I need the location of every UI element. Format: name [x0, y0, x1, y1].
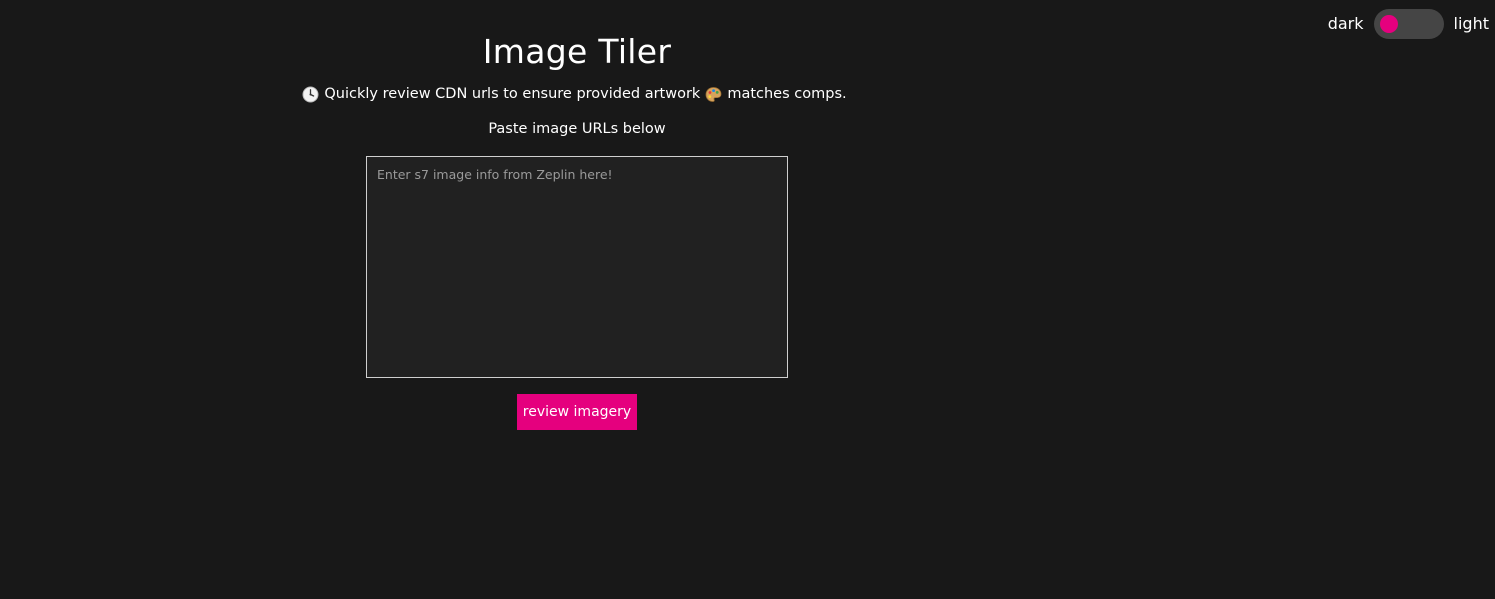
light-mode-label: light — [1453, 14, 1489, 33]
theme-switch-knob[interactable] — [1379, 15, 1398, 33]
paste-instructions: Paste image URLs below — [488, 121, 666, 137]
page-title: Image Tiler — [482, 32, 672, 71]
image-urls-input[interactable] — [366, 156, 788, 378]
clock-icon — [302, 86, 319, 103]
dark-mode-label: dark — [1327, 14, 1364, 33]
tagline: Quickly review CDN urls to ensure provid… — [0, 85, 1154, 103]
theme-toggle: dark light — [1328, 9, 1489, 39]
tagline-text-part2: matches comps. — [727, 86, 847, 102]
review-imagery-button[interactable]: review imagery — [517, 394, 637, 430]
theme-switch[interactable] — [1373, 9, 1444, 39]
tagline-text-part1: Quickly review CDN urls to ensure provid… — [324, 86, 701, 102]
palette-icon — [705, 86, 722, 103]
